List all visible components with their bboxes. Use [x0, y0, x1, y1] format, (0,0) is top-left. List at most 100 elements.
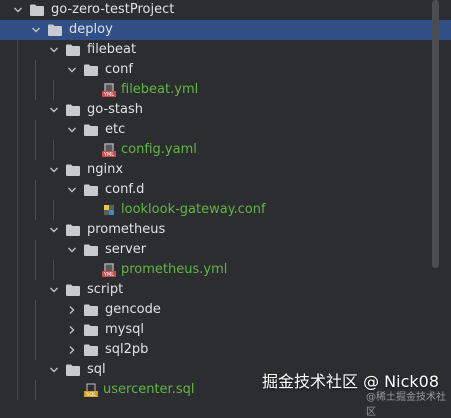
indent-guide: [17, 60, 18, 80]
chevron-down-icon[interactable]: [67, 245, 77, 255]
tree-folder-row[interactable]: etc: [0, 120, 451, 140]
tree-folder-row[interactable]: script: [0, 280, 451, 300]
tree-item-label: deploy: [69, 22, 113, 37]
indent-guide: [17, 320, 18, 340]
tree-item-label: gencode: [105, 302, 161, 317]
indent-guide: [35, 320, 36, 340]
tree-item-label: mysql: [105, 322, 144, 337]
chevron-right-icon[interactable]: [67, 325, 77, 335]
chevron-down-icon[interactable]: [31, 25, 41, 35]
folder-icon: [83, 183, 99, 197]
tree-item-label: prometheus.yml: [121, 262, 228, 277]
indent-guide: [35, 260, 36, 280]
tree-folder-row[interactable]: prometheus: [0, 220, 451, 240]
tree-folder-row[interactable]: gencode: [0, 300, 451, 320]
indent-guide: [17, 100, 18, 120]
chevron-down-icon[interactable]: [49, 105, 59, 115]
folder-icon: [65, 283, 81, 297]
indent-guide: [17, 340, 18, 360]
folder-icon: [65, 363, 81, 377]
tree-item-label: config.yaml: [121, 142, 197, 157]
folder-icon: [83, 303, 99, 317]
indent-guide: [17, 280, 18, 300]
chevron-down-icon[interactable]: [49, 225, 59, 235]
tree-item-label: go-zero-testProject: [51, 2, 175, 17]
tree-item-label: conf: [105, 62, 133, 77]
tree-item-label: filebeat: [87, 42, 137, 57]
chevron-down-icon[interactable]: [13, 5, 23, 15]
folder-icon: [47, 23, 63, 37]
indent-guide: [17, 120, 18, 140]
indent-guide: [17, 180, 18, 200]
tree-folder-row[interactable]: mysql: [0, 320, 451, 340]
tree-item-label: looklook-gateway.conf: [121, 202, 266, 217]
folder-icon: [65, 103, 81, 117]
chevron-down-icon[interactable]: [49, 165, 59, 175]
indent-guide: [17, 360, 18, 380]
tree-folder-row[interactable]: go-stash: [0, 100, 451, 120]
tree-file-row[interactable]: looklook-gateway.conf: [0, 200, 451, 220]
indent-guide: [17, 220, 18, 240]
vertical-scrollbar[interactable]: [432, 0, 439, 268]
tree-file-row[interactable]: YML config.yaml: [0, 140, 451, 160]
sql-file-icon: SQL: [83, 382, 99, 398]
indent-guide: [35, 60, 36, 80]
indent-guide: [53, 260, 54, 280]
yml-file-icon: YML: [101, 82, 117, 98]
folder-icon: [65, 43, 81, 57]
watermark-subtext: @稀土掘金技术社区: [366, 392, 446, 418]
chevron-right-icon[interactable]: [67, 345, 77, 355]
folder-icon: [65, 163, 81, 177]
tree-file-row[interactable]: YML filebeat.yml: [0, 80, 451, 100]
indent-guide: [35, 240, 36, 260]
indent-guide: [17, 160, 18, 180]
indent-guide: [35, 120, 36, 140]
tree-folder-row[interactable]: deploy: [0, 20, 451, 40]
tree-item-label: filebeat.yml: [121, 82, 199, 97]
chevron-down-icon[interactable]: [49, 45, 59, 55]
tree-item-label: etc: [105, 122, 126, 137]
tree-folder-row[interactable]: conf: [0, 60, 451, 80]
chevron-down-icon[interactable]: [67, 185, 77, 195]
folder-icon: [83, 323, 99, 337]
tree-item-label: sql2pb: [105, 342, 149, 357]
tree-item-label: prometheus: [87, 222, 166, 237]
tree-folder-row[interactable]: sql2pb: [0, 340, 451, 360]
chevron-down-icon[interactable]: [49, 285, 59, 295]
conf-file-icon: [101, 202, 117, 218]
indent-guide: [35, 180, 36, 200]
chevron-down-icon[interactable]: [67, 125, 77, 135]
tree-folder-row[interactable]: filebeat: [0, 40, 451, 60]
chevron-right-icon[interactable]: [67, 305, 77, 315]
svg-text:YML: YML: [103, 152, 114, 158]
tree-folder-row[interactable]: server: [0, 240, 451, 260]
indent-guide: [35, 340, 36, 360]
svg-text:SQL: SQL: [86, 392, 96, 398]
yml-file-icon: YML: [101, 262, 117, 278]
tree-folder-row[interactable]: go-zero-testProject: [0, 0, 451, 20]
indent-guide: [35, 300, 36, 320]
tree-file-row[interactable]: YML prometheus.yml: [0, 260, 451, 280]
indent-guide: [53, 200, 54, 220]
indent-guide: [53, 80, 54, 100]
tree-item-label: sql: [87, 362, 106, 377]
folder-icon: [83, 243, 99, 257]
indent-guide: [17, 40, 18, 60]
indent-guide: [17, 260, 18, 280]
yml-file-icon: YML: [101, 142, 117, 158]
indent-guide: [17, 200, 18, 220]
tree-item-label: server: [105, 242, 147, 257]
chevron-down-icon[interactable]: [67, 65, 77, 75]
indent-guide: [17, 140, 18, 160]
tree-folder-row[interactable]: conf.d: [0, 180, 451, 200]
indent-guide: [53, 140, 54, 160]
indent-guide: [35, 380, 36, 400]
indent-guide: [35, 80, 36, 100]
tree-item-label: conf.d: [105, 182, 145, 197]
chevron-down-icon[interactable]: [49, 365, 59, 375]
tree-item-label: usercenter.sql: [103, 382, 195, 397]
tree-item-label: script: [87, 282, 124, 297]
indent-guide: [17, 380, 18, 400]
tree-folder-row[interactable]: nginx: [0, 160, 451, 180]
folder-icon: [83, 343, 99, 357]
